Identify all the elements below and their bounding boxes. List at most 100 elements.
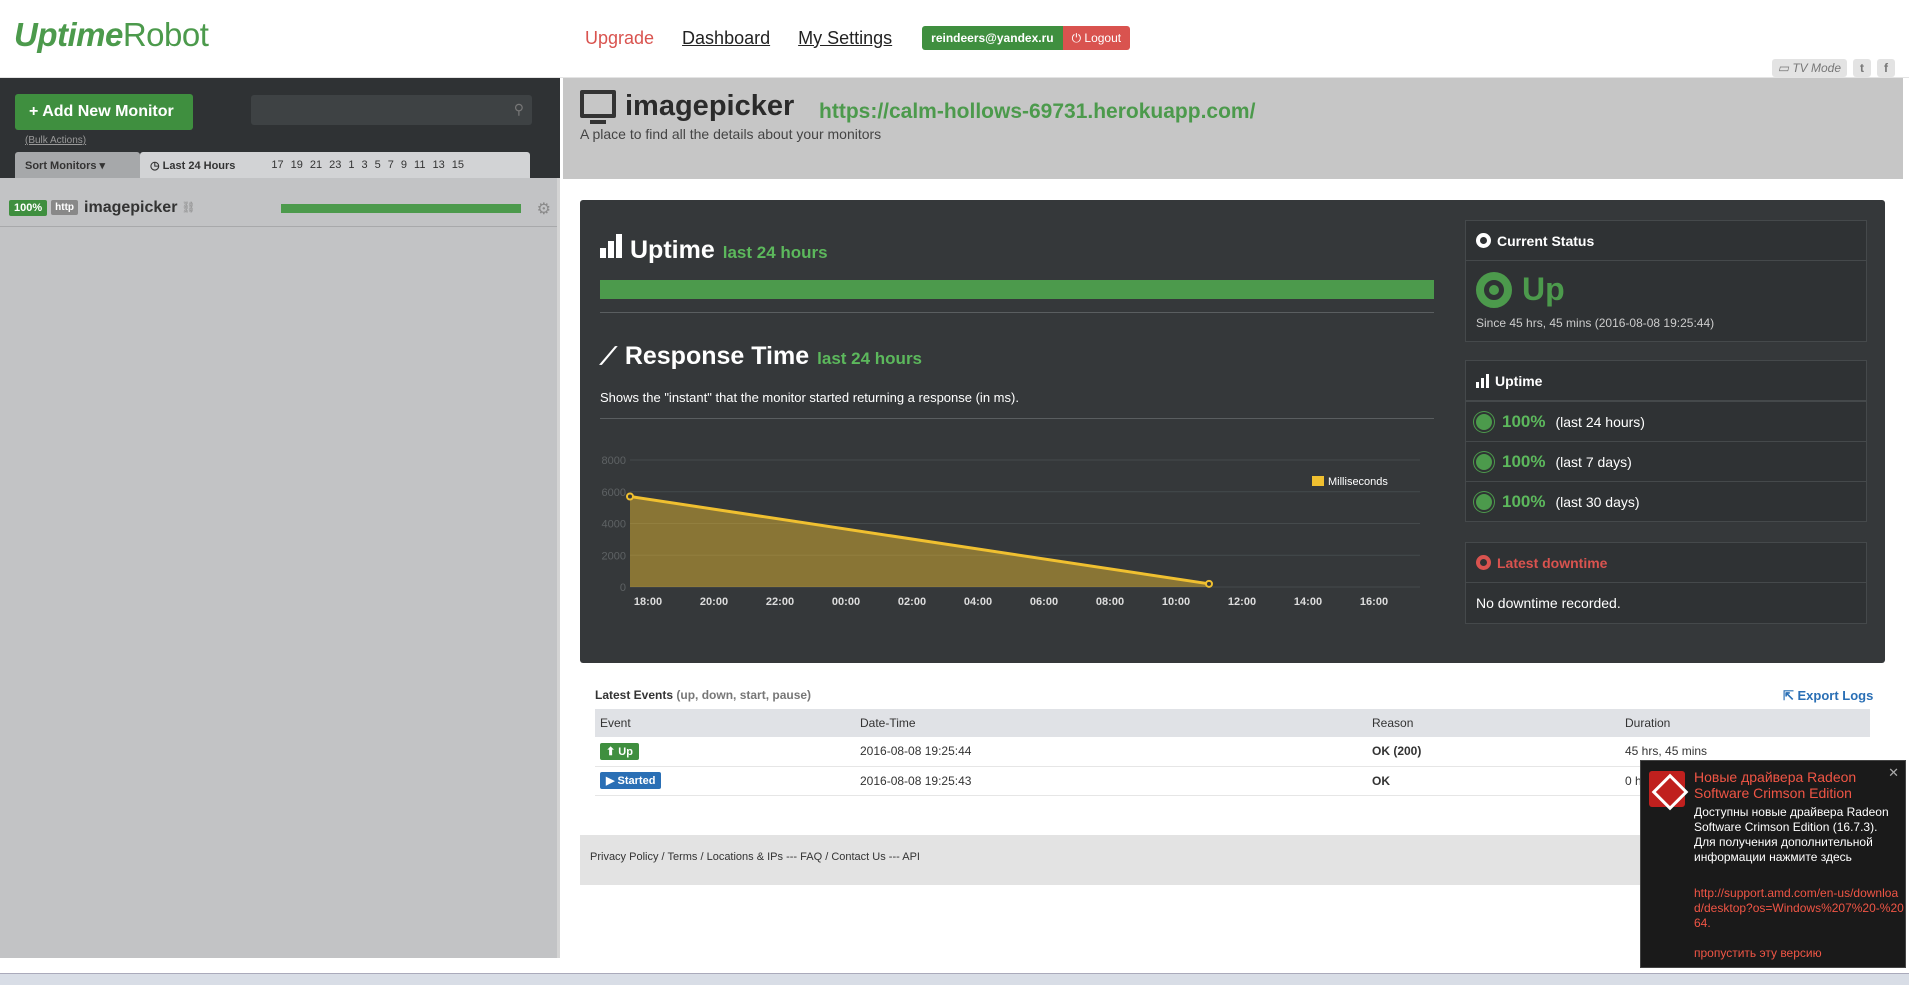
uptime-pct-badge: 100% xyxy=(9,199,48,216)
hour-ticks: 17 19 21 23 1 3 5 7 9 11 13 15 xyxy=(271,159,471,171)
events-title-text: Latest Events xyxy=(595,688,674,702)
clock-icon: ◷ xyxy=(150,160,163,172)
x-tick-label: 14:00 xyxy=(1294,596,1322,608)
terms-link[interactable]: Terms xyxy=(667,851,697,863)
amd-driver-notification[interactable]: ✕ Новые драйвера Radeon Software Crimson… xyxy=(1640,760,1906,968)
sort-monitors-dropdown[interactable]: Sort Monitors ▾ xyxy=(15,152,140,178)
status-dot-icon xyxy=(1476,233,1491,248)
hour-tick: 7 xyxy=(387,159,394,171)
upgrade-link[interactable]: Upgrade xyxy=(585,28,654,49)
event-cell: ▶ Started xyxy=(595,766,855,796)
hours-label: ◷ Last 24 Hours xyxy=(150,159,236,172)
add-new-monitor-button[interactable]: + Add New Monitor xyxy=(15,94,193,130)
logo-part1: Uptime xyxy=(14,16,123,53)
locations-link[interactable]: Locations & IPs xyxy=(707,851,783,863)
amd-body: Доступны новые драйвера Radeon Software … xyxy=(1694,805,1889,864)
faq-link[interactable]: FAQ xyxy=(800,851,822,863)
x-tick-label: 02:00 xyxy=(898,596,926,608)
amd-skip-link[interactable]: пропустить эту версию xyxy=(1694,946,1822,960)
tv-icon: ▭ xyxy=(1777,61,1793,75)
uptime-box-header: Uptime xyxy=(1466,361,1866,401)
uptime-period: (last 24 hours) xyxy=(1555,413,1645,430)
contact-link[interactable]: Contact Us xyxy=(831,851,885,863)
up-badge: ⬆ Up xyxy=(600,742,639,760)
tv-mode-button[interactable]: ▭ TV Mode xyxy=(1771,59,1847,77)
x-tick-label: 22:00 xyxy=(766,596,794,608)
response-time-chart: 0 2000 4000 6000 8000 18:00 20:00 22:00 00:00 02:… xyxy=(602,455,1420,608)
status-state: Up xyxy=(1522,271,1565,307)
link-icon[interactable]: ⛓ xyxy=(181,201,195,214)
monitor-subtitle: A place to find all the details about yo… xyxy=(580,126,882,142)
export-logs-label: Export Logs xyxy=(1797,688,1874,703)
hour-tick: 11 xyxy=(414,159,426,171)
x-tick-label: 18:00 xyxy=(634,596,662,608)
export-logs-link[interactable]: ⇱ Export Logs xyxy=(1783,688,1873,704)
bar-chart-icon xyxy=(600,234,622,258)
tv-mode-bar: ▭ TV Mode t f xyxy=(1771,59,1895,77)
play-icon: ▶ xyxy=(606,775,618,787)
x-tick-label: 20:00 xyxy=(700,596,728,608)
data-point xyxy=(1205,579,1213,588)
logout-button[interactable]: ⏻ Logout xyxy=(1062,26,1131,50)
user-box: reindeers@yandex.ru ⏻ Logout xyxy=(922,26,1131,50)
x-tick-label: 06:00 xyxy=(1030,596,1058,608)
col-event: Event xyxy=(595,709,855,737)
twitter-icon[interactable]: t xyxy=(1853,59,1871,77)
hour-tick: 3 xyxy=(361,159,368,171)
facebook-icon[interactable]: f xyxy=(1877,59,1895,77)
dashboard-link[interactable]: Dashboard xyxy=(682,28,770,49)
hour-tick: 5 xyxy=(374,159,381,171)
search-icon: ⚲ xyxy=(513,101,524,117)
bar-chart-icon xyxy=(1476,373,1489,388)
api-link[interactable]: API xyxy=(902,851,920,863)
my-settings-link[interactable]: My Settings xyxy=(798,28,892,49)
latest-downtime-title: Latest downtime xyxy=(1497,554,1608,571)
monitor-list-item[interactable]: 100% http imagepicker ⛓ ⚙ xyxy=(0,189,557,227)
x-tick-label: 08:00 xyxy=(1096,596,1124,608)
x-tick-label: 04:00 xyxy=(964,596,992,608)
monitor-sidebar: + Add New Monitor (Bulk Actions) ⚲ Sort … xyxy=(0,78,560,958)
monitor-url[interactable]: https://calm-hollows-69731.herokuapp.com… xyxy=(819,100,1255,124)
uptime-box: Uptime 100% (last 24 hours) 100% (last 7 d… xyxy=(1465,360,1867,522)
gear-icon[interactable]: ⚙ xyxy=(537,199,551,219)
monitor-search-input[interactable]: ⚲ xyxy=(251,95,532,125)
event-label: Started xyxy=(617,775,656,787)
bulk-actions-link[interactable]: (Bulk Actions) xyxy=(25,135,86,146)
events-header-row: Event Date-Time Reason Duration xyxy=(595,709,1870,737)
last-24-hours-tab[interactable]: ◷ Last 24 Hours 17 19 21 23 1 3 5 7 9 11 13 15 xyxy=(140,152,530,178)
hour-tick: 1 xyxy=(348,159,355,171)
tv-mode-label: TV Mode xyxy=(1792,61,1841,75)
col-duration: Duration xyxy=(1620,709,1870,737)
y-tick-label: 6000 xyxy=(602,487,626,499)
x-tick-label: 00:00 xyxy=(832,596,860,608)
events-title-sub: (up, down, start, pause) xyxy=(676,688,812,702)
uptime-title: Uptime xyxy=(630,236,715,264)
y-tick-label: 2000 xyxy=(602,550,626,562)
response-subtitle: last 24 hours xyxy=(817,349,923,368)
uptimerobot-logo[interactable]: UptimeRobot xyxy=(14,16,209,54)
sidebar-header: + Add New Monitor (Bulk Actions) ⚲ Sort … xyxy=(0,78,560,178)
hour-tick: 19 xyxy=(290,159,303,171)
amd-link[interactable]: http://support.amd.com/en-us/download/de… xyxy=(1694,886,1904,931)
monitor-name[interactable]: imagepicker xyxy=(84,199,177,217)
hour-tick: 21 xyxy=(309,159,323,171)
hours-label-text: Last 24 Hours xyxy=(162,160,236,172)
amd-logo-icon xyxy=(1649,771,1685,807)
x-tick-label: 16:00 xyxy=(1360,596,1388,608)
export-icon: ⇱ xyxy=(1783,688,1798,703)
privacy-policy-link[interactable]: Privacy Policy xyxy=(590,851,658,863)
arrow-up-icon: ⬆ xyxy=(606,745,619,758)
response-description: Shows the "instant" that the monitor sta… xyxy=(600,390,1019,405)
x-tick-label: 12:00 xyxy=(1228,596,1256,608)
latest-downtime-header: Latest downtime xyxy=(1466,543,1866,583)
hour-tick: 9 xyxy=(400,159,408,171)
latest-events-title: Latest Events (up, down, start, pause) xyxy=(595,688,811,702)
x-tick-label: 10:00 xyxy=(1162,596,1190,608)
y-tick-label: 0 xyxy=(620,582,626,594)
user-email[interactable]: reindeers@yandex.ru xyxy=(922,26,1063,50)
line-chart-icon: ⟋ xyxy=(600,343,617,370)
hour-tick: 23 xyxy=(329,159,342,171)
uptime-row: 100% (last 30 days) xyxy=(1466,481,1866,521)
uptime-pct: 100% xyxy=(1502,451,1546,471)
response-title: Response Time xyxy=(624,342,810,370)
